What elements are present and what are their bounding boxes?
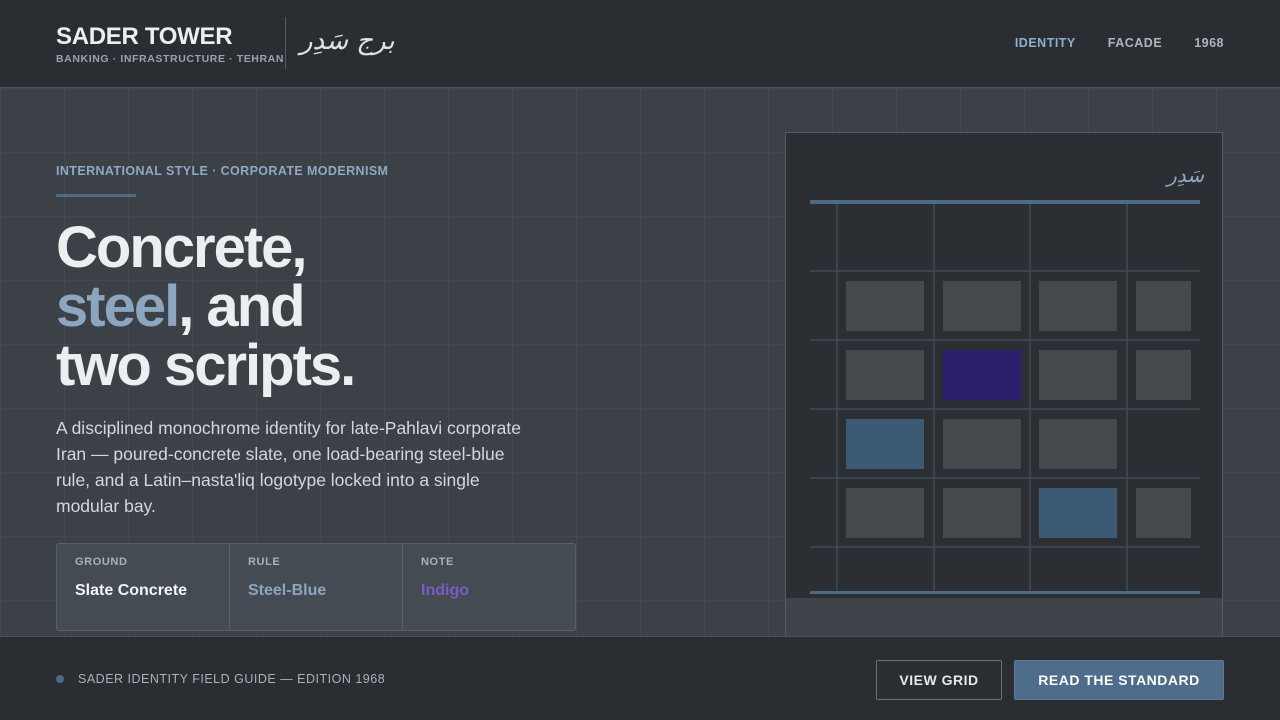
brand-lockup[interactable]: SADER TOWER BANKING · INFRASTRUCTURE · T… bbox=[56, 23, 285, 66]
facade-top-rule bbox=[810, 200, 1200, 204]
facade-window-concrete bbox=[943, 488, 1021, 538]
facade-window-concrete bbox=[1039, 350, 1117, 400]
brand-arabic-logotype: برج سَدِر bbox=[300, 26, 395, 56]
headline-accent-word: steel bbox=[56, 274, 180, 339]
facade-window-concrete bbox=[1136, 281, 1191, 331]
facade-window-concrete bbox=[846, 281, 924, 331]
swatch-label: NOTE bbox=[421, 556, 454, 568]
swatch-value: Slate Concrete bbox=[75, 582, 188, 599]
facade-window-concrete bbox=[846, 350, 924, 400]
main-nav: IDENTITY FACADE 1968 bbox=[1015, 36, 1224, 50]
nav-facade[interactable]: FACADE bbox=[1108, 36, 1162, 50]
hero-headline: Concrete, steel, and two scripts. bbox=[56, 215, 356, 398]
facade-window-concrete bbox=[846, 488, 924, 538]
hero-section: INTERNATIONAL STYLE · CORPORATE MODERNIS… bbox=[0, 88, 1280, 636]
hero-eyebrow: INTERNATIONAL STYLE · CORPORATE MODERNIS… bbox=[56, 164, 389, 178]
eyebrow-rule bbox=[56, 194, 136, 197]
site-header: SADER TOWER BANKING · INFRASTRUCTURE · T… bbox=[0, 0, 1280, 88]
facade-illustration: سَدِر bbox=[785, 132, 1223, 636]
headline-line-1: Concrete, bbox=[56, 215, 308, 280]
nav-identity[interactable]: IDENTITY bbox=[1015, 36, 1076, 50]
nav-1968[interactable]: 1968 bbox=[1194, 36, 1224, 50]
facade-window-steel bbox=[846, 419, 924, 469]
footer-caption: SADER IDENTITY FIELD GUIDE — EDITION 196… bbox=[78, 672, 386, 686]
swatch-label: RULE bbox=[248, 556, 281, 568]
view-grid-button[interactable]: VIEW GRID bbox=[876, 660, 1002, 700]
swatch-value: Steel-Blue bbox=[248, 582, 327, 599]
facade-grid-drawing bbox=[810, 200, 1200, 594]
facade-window-concrete bbox=[1039, 281, 1117, 331]
swatch-note: NOTE Indigo bbox=[403, 544, 575, 630]
hero-lead: A disciplined monochrome identity for la… bbox=[56, 418, 521, 516]
swatch-ground: GROUND Slate Concrete bbox=[57, 544, 230, 630]
read-standard-button[interactable]: READ THE STANDARD bbox=[1014, 660, 1224, 700]
color-swatch-table: GROUND Slate Concrete RULE Steel-Blue NO… bbox=[56, 543, 576, 631]
swatch-value: Indigo bbox=[421, 582, 469, 599]
facade-bottom-rule bbox=[810, 591, 1200, 594]
facade-window-concrete bbox=[1039, 419, 1117, 469]
facade-window-concrete bbox=[943, 281, 1021, 331]
facade-window-concrete bbox=[1136, 488, 1191, 538]
brand-subtitle: BANKING · INFRASTRUCTURE · TEHRAN bbox=[56, 53, 285, 65]
site-footer: SADER IDENTITY FIELD GUIDE — EDITION 196… bbox=[0, 636, 1280, 720]
facade-window-concrete bbox=[1136, 350, 1191, 400]
swatch-label: GROUND bbox=[75, 556, 128, 568]
status-dot-icon bbox=[56, 675, 64, 683]
headline-line-2-rest: , and bbox=[178, 274, 305, 339]
brand-divider bbox=[285, 17, 286, 69]
brand-title: SADER TOWER bbox=[56, 23, 233, 50]
swatch-rule: RULE Steel-Blue bbox=[230, 544, 403, 630]
facade-window-concrete bbox=[943, 419, 1021, 469]
facade-window-indigo bbox=[943, 350, 1021, 400]
headline-line-3: two scripts. bbox=[56, 333, 356, 398]
facade-window-steel bbox=[1039, 488, 1117, 538]
